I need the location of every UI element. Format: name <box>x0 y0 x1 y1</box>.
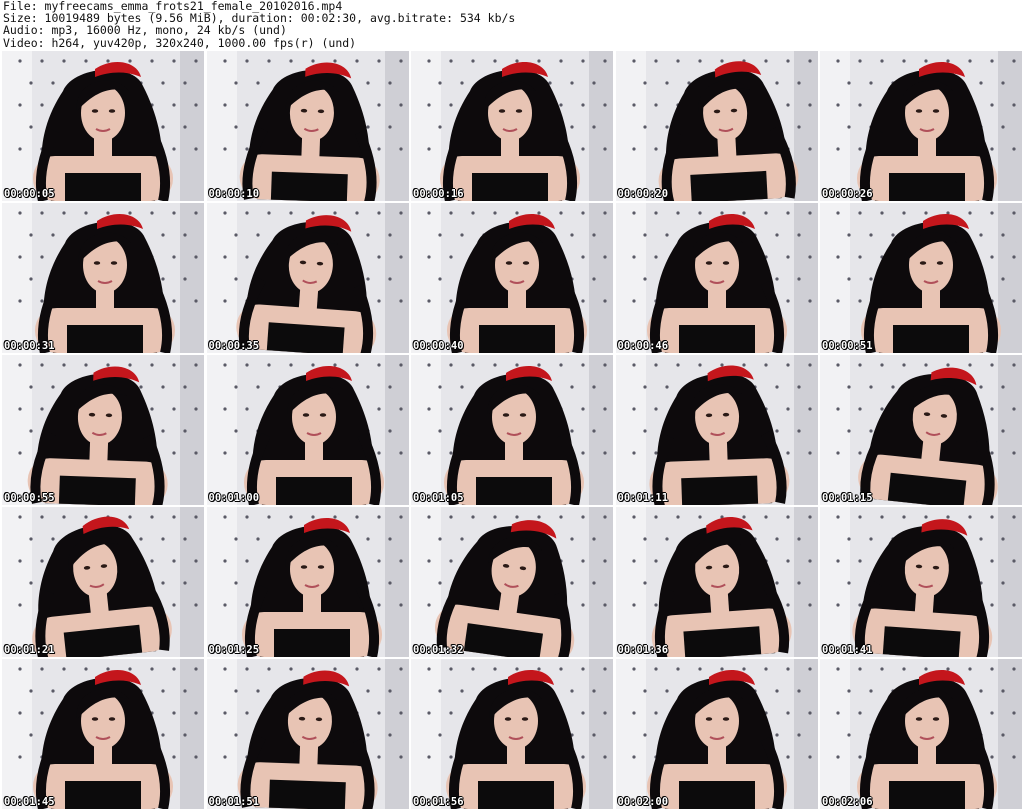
frame-timestamp: 00:02:00 <box>617 796 669 808</box>
thumbnail-frame: 00:01:21 <box>2 507 204 657</box>
thumbnail-frame: 00:01:05 <box>411 355 613 505</box>
frame-timestamp: 00:00:40 <box>413 340 464 352</box>
frame-timestamp: 00:01:51 <box>208 796 260 808</box>
thumbnail-frame: 00:01:32 <box>411 507 613 657</box>
frame-image <box>206 51 409 201</box>
thumbnail-frame: 00:00:40 <box>411 203 613 353</box>
frame-timestamp: 00:02:06 <box>822 796 873 808</box>
file-info-header: File: myfreecams_emma_frots21_female_201… <box>3 0 1021 50</box>
frame-timestamp: 00:00:20 <box>617 188 669 200</box>
frame-timestamp: 00:01:05 <box>413 492 464 504</box>
frame-timestamp: 00:01:36 <box>617 644 669 656</box>
frame-image <box>411 51 613 201</box>
thumbnail-frame: 00:00:35 <box>206 203 409 353</box>
thumbnail-frame: 00:00:26 <box>820 51 1022 201</box>
frame-image <box>615 355 818 505</box>
thumbnail-grid: 00:00:05 00:00:10 00:00:16 00:00:20 00:0… <box>2 51 1022 809</box>
frame-image <box>615 51 818 201</box>
frame-image <box>206 355 409 505</box>
thumbnail-frame: 00:01:41 <box>820 507 1022 657</box>
thumbnail-frame: 00:00:51 <box>820 203 1022 353</box>
frame-timestamp: 00:00:46 <box>617 340 669 352</box>
frame-timestamp: 00:01:21 <box>4 644 55 656</box>
thumbnail-frame: 00:02:00 <box>615 659 818 809</box>
frame-image <box>615 659 818 809</box>
frame-image <box>820 507 1022 657</box>
frame-image <box>2 659 204 809</box>
thumbnail-frame: 00:00:05 <box>2 51 204 201</box>
video-info-line: Video: h264, yuv420p, 320x240, 1000.00 f… <box>3 35 357 50</box>
thumbnail-frame: 00:01:36 <box>615 507 818 657</box>
frame-image <box>820 659 1022 809</box>
thumbnail-frame: 00:02:06 <box>820 659 1022 809</box>
thumbnail-frame: 00:01:11 <box>615 355 818 505</box>
frame-timestamp: 00:00:51 <box>822 340 873 352</box>
frame-image <box>615 203 818 353</box>
audio-info-line: Audio: mp3, 16000 Hz, mono, 24 kb/s (und… <box>3 23 287 38</box>
frame-image <box>2 355 204 505</box>
frame-timestamp: 00:00:26 <box>822 188 873 200</box>
thumbnail-frame: 00:00:46 <box>615 203 818 353</box>
thumbnail-frame: 00:00:20 <box>615 51 818 201</box>
frame-timestamp: 00:00:55 <box>4 492 55 504</box>
frame-timestamp: 00:01:32 <box>413 644 464 656</box>
thumbnail-frame: 00:01:51 <box>206 659 409 809</box>
frame-timestamp: 00:00:16 <box>413 188 464 200</box>
frame-image <box>411 507 613 657</box>
frame-image <box>206 659 409 809</box>
frame-image <box>411 203 613 353</box>
thumbnail-frame: 00:01:15 <box>820 355 1022 505</box>
frame-timestamp: 00:01:11 <box>617 492 669 504</box>
frame-timestamp: 00:00:31 <box>4 340 55 352</box>
thumbnail-frame: 00:01:25 <box>206 507 409 657</box>
frame-image <box>820 51 1022 201</box>
frame-image <box>411 659 613 809</box>
frame-image <box>2 507 204 657</box>
thumbnail-frame: 00:00:31 <box>2 203 204 353</box>
thumbnail-frame: 00:01:00 <box>206 355 409 505</box>
frame-image <box>2 203 204 353</box>
frame-timestamp: 00:01:25 <box>208 644 260 656</box>
frame-image <box>206 203 409 353</box>
frame-timestamp: 00:01:45 <box>4 796 55 808</box>
frame-timestamp: 00:01:00 <box>208 492 260 504</box>
thumbnail-frame: 00:01:56 <box>411 659 613 809</box>
frame-timestamp: 00:01:56 <box>413 796 464 808</box>
frame-timestamp: 00:01:15 <box>822 492 873 504</box>
frame-timestamp: 00:00:05 <box>4 188 55 200</box>
frame-image <box>411 355 613 505</box>
frame-image <box>820 203 1022 353</box>
frame-image <box>615 507 818 657</box>
frame-image <box>820 355 1022 505</box>
frame-timestamp: 00:00:35 <box>208 340 260 352</box>
thumbnail-frame: 00:00:55 <box>2 355 204 505</box>
thumbnail-frame: 00:00:10 <box>206 51 409 201</box>
thumbnail-frame: 00:01:45 <box>2 659 204 809</box>
frame-timestamp: 00:00:10 <box>208 188 260 200</box>
frame-image <box>2 51 204 201</box>
frame-image <box>206 507 409 657</box>
frame-timestamp: 00:01:41 <box>822 644 873 656</box>
thumbnail-frame: 00:00:16 <box>411 51 613 201</box>
